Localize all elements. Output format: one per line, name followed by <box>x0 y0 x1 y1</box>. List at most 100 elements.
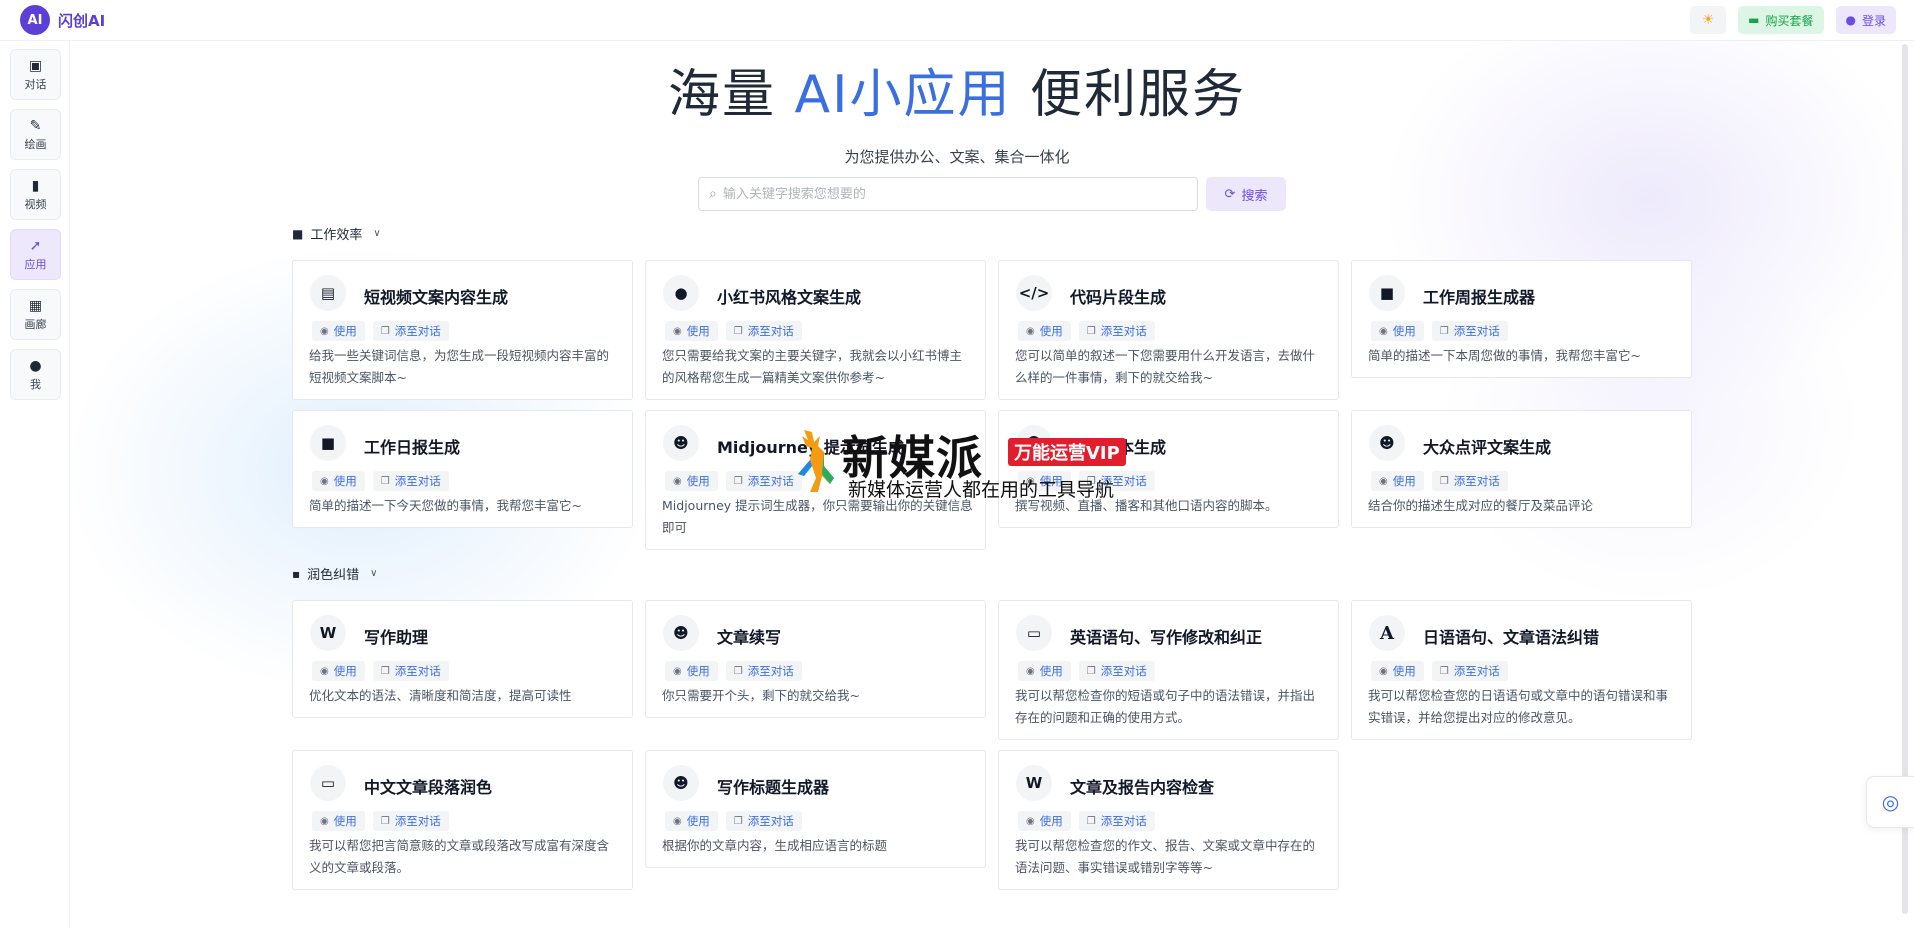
add-to-chat-button[interactable]: ❐ 添至对话 <box>725 321 802 341</box>
card-description: 简单的描述一下今天您做的事情，我帮您丰富它~ <box>309 498 582 513</box>
sidebar-item-video[interactable]: ▮ 视频 <box>10 169 61 220</box>
sidebar-item-label: 视频 <box>24 197 47 211</box>
add-to-chat-button[interactable]: ❐ 添至对话 <box>725 661 802 681</box>
copy-icon: ❐ <box>733 815 743 827</box>
use-button[interactable]: ◉ 使用 <box>1371 321 1424 341</box>
add-to-chat-button[interactable]: ❐ 添至对话 <box>372 471 449 491</box>
card-description: 我可以帮您检查您的日语语句或文章中的语句错误和事实错误，并给您提出对应的修改意见… <box>1368 688 1669 725</box>
sidebar-item-apps[interactable]: ➚ 应用 <box>10 229 61 280</box>
copy-icon: ❐ <box>1086 665 1096 677</box>
use-button[interactable]: ◉ 使用 <box>1371 471 1424 491</box>
use-button[interactable]: ◉ 使用 <box>1371 661 1424 681</box>
rocket-icon: ➚ <box>29 237 42 254</box>
use-button[interactable]: ◉ 使用 <box>312 321 365 341</box>
use-button[interactable]: ◉ 使用 <box>1018 811 1071 831</box>
add-to-chat-button[interactable]: ❐ 添至对话 <box>372 811 449 831</box>
use-label: 使用 <box>1039 664 1063 678</box>
play-icon: ◉ <box>320 475 329 487</box>
card-title: 大众点评文案生成 <box>1423 438 1552 457</box>
chevron-down-icon: ∨ <box>373 228 381 239</box>
floating-assistant-button[interactable]: ◎ <box>1866 776 1914 828</box>
app-card[interactable]: ● 小红书风格文案生成 ◉ 使用 ❐ 添至对话 您只需要给我文案的主要关键字，我就会… <box>645 260 986 400</box>
buy-plan-button[interactable]: ▬ 购买套餐 <box>1738 6 1824 34</box>
card-description: 给我一些关键词信息，为您生成一段短视频内容丰富的短视频文案脚本~ <box>309 348 610 385</box>
app-card[interactable]: ▭ 英语语句、写作修改和纠正 ◉ 使用 ❐ 添至对话 我可以帮您检查你的短语或句子中… <box>998 600 1339 740</box>
card-title: 中文文章段落润色 <box>364 778 493 797</box>
card-description: 我可以帮您检查您的作文、报告、文案或文章中存在的语法问题、事实错误或错别字等等~ <box>1015 838 1316 875</box>
code-icon: </> <box>1016 275 1052 311</box>
use-label: 使用 <box>333 664 357 678</box>
smile-icon: ☻ <box>1369 425 1405 461</box>
use-label: 使用 <box>1392 324 1416 338</box>
copy-icon: ❐ <box>380 815 390 827</box>
copy-icon: ❐ <box>733 665 743 677</box>
use-button[interactable]: ◉ 使用 <box>312 811 365 831</box>
app-card[interactable]: ☻ 写作标题生成器 ◉ 使用 ❐ 添至对话 根据你的文章内容，生成相应语言的标题 <box>645 750 986 868</box>
use-label: 使用 <box>333 814 357 828</box>
copy-icon: ❐ <box>380 475 390 487</box>
app-card[interactable]: W 写作助理 ◉ 使用 ❐ 添至对话 优化文本的语法、清晰度和简洁度，提高可读性 <box>292 600 633 718</box>
chevron-down-icon: ∨ <box>370 568 378 579</box>
use-button[interactable]: ◉ 使用 <box>665 321 718 341</box>
app-card[interactable]: ■ 工作日报生成 ◉ 使用 ❐ 添至对话 简单的描述一下今天您做的事情，我帮您丰富它… <box>292 410 633 528</box>
add-to-chat-button[interactable]: ❐ 添至对话 <box>1078 321 1155 341</box>
add-to-chat-button[interactable]: ❐ 添至对话 <box>1431 471 1508 491</box>
theme-toggle-button[interactable]: ☀ <box>1690 6 1727 34</box>
add-label: 添至对话 <box>394 664 441 678</box>
copy-icon: ❐ <box>380 325 390 337</box>
add-label: 添至对话 <box>1100 814 1147 828</box>
login-button[interactable]: ● 登录 <box>1835 6 1896 34</box>
chat-icon: ▣ <box>28 57 43 74</box>
search-button[interactable]: ⟳ 搜索 <box>1206 177 1286 211</box>
add-to-chat-button[interactable]: ❐ 添至对话 <box>1078 811 1155 831</box>
use-button[interactable]: ◉ 使用 <box>665 811 718 831</box>
add-to-chat-button[interactable]: ❐ 添至对话 <box>1431 661 1508 681</box>
add-to-chat-button[interactable]: ❐ 添至对话 <box>1078 661 1155 681</box>
use-button[interactable]: ◉ 使用 <box>665 661 718 681</box>
add-to-chat-button[interactable]: ❐ 添至对话 <box>725 811 802 831</box>
use-button[interactable]: ◉ 使用 <box>1018 321 1071 341</box>
add-to-chat-button[interactable]: ❐ 添至对话 <box>1431 321 1508 341</box>
use-label: 使用 <box>1039 814 1063 828</box>
use-button[interactable]: ◉ 使用 <box>312 471 365 491</box>
app-card[interactable]: ▭ 中文文章段落润色 ◉ 使用 ❐ 添至对话 我可以帮您把言简意赅的文章或段落改写成… <box>292 750 633 890</box>
use-button[interactable]: ◉ 使用 <box>665 471 718 491</box>
add-to-chat-button[interactable]: ❐ 添至对话 <box>372 321 449 341</box>
use-button[interactable]: ◉ 使用 <box>1018 661 1071 681</box>
add-to-chat-button[interactable]: ❐ 添至对话 <box>372 661 449 681</box>
title-part: 海量 <box>668 65 795 125</box>
search-input[interactable] <box>722 186 1183 202</box>
title-part: 便利服务 <box>1011 65 1246 125</box>
smile-icon: ☻ <box>663 425 699 461</box>
app-card[interactable]: W 文章及报告内容检查 ◉ 使用 ❐ 添至对话 我可以帮您检查您的作文、报告、文案或… <box>998 750 1339 890</box>
add-label: 添至对话 <box>394 814 441 828</box>
copy-icon: ❐ <box>1439 665 1449 677</box>
app-card[interactable]: </> 代码片段生成 ◉ 使用 ❐ 添至对话 您可以简单的叙述一下您需要用什么开发语… <box>998 260 1339 400</box>
use-label: 使用 <box>333 474 357 488</box>
add-label: 添至对话 <box>747 324 794 338</box>
app-card[interactable]: ☻ 大众点评文案生成 ◉ 使用 ❐ 添至对话 结合你的描述生成对应的餐厅及菜品评论 <box>1351 410 1692 528</box>
use-label: 使用 <box>686 474 710 488</box>
search-field[interactable]: ⌕ <box>698 177 1198 211</box>
app-card[interactable]: A 日语语句、文章语法纠错 ◉ 使用 ❐ 添至对话 我可以帮您检查您的日语语句或文章… <box>1351 600 1692 740</box>
app-card[interactable]: ■ 工作周报生成器 ◉ 使用 ❐ 添至对话 简单的描述一下本周您做的事情，我帮您丰富… <box>1351 260 1692 378</box>
sidebar-item-draw[interactable]: ✎ 绘画 <box>10 109 61 160</box>
app-name: 闪创AI <box>58 11 106 30</box>
section-title: 工作效率 <box>310 228 363 243</box>
sidebar: ▣ 对话 ✎ 绘画 ▮ 视频 ➚ 应用 ▦ 画廊 ● 我 <box>0 41 70 928</box>
sidebar-item-chat[interactable]: ▣ 对话 <box>10 49 61 100</box>
card-description: 你只需要开个头，剩下的就交给我~ <box>662 688 860 703</box>
add-label: 添至对话 <box>1453 664 1500 678</box>
sidebar-item-me[interactable]: ● 我 <box>10 349 61 400</box>
section-header-polish[interactable]: ▪ 润色纠错 ∨ <box>292 564 378 584</box>
copy-icon: ❐ <box>1086 325 1096 337</box>
use-button[interactable]: ◉ 使用 <box>312 661 365 681</box>
app-card[interactable]: ☻ 文章续写 ◉ 使用 ❐ 添至对话 你只需要开个头，剩下的就交给我~ <box>645 600 986 718</box>
sidebar-item-gallery[interactable]: ▦ 画廊 <box>10 289 61 340</box>
section-header-efficiency[interactable]: ■ 工作效率 ∨ <box>292 224 381 244</box>
card-title: 文章续写 <box>717 628 782 647</box>
app-card[interactable]: ▤ 短视频文案内容生成 ◉ 使用 ❐ 添至对话 给我一些关键词信息，为您生成一段短视… <box>292 260 633 400</box>
card-title: 文章及报告内容检查 <box>1070 778 1215 797</box>
logo[interactable]: AI 闪创AI <box>20 5 105 35</box>
cookie-icon: ● <box>663 275 699 311</box>
